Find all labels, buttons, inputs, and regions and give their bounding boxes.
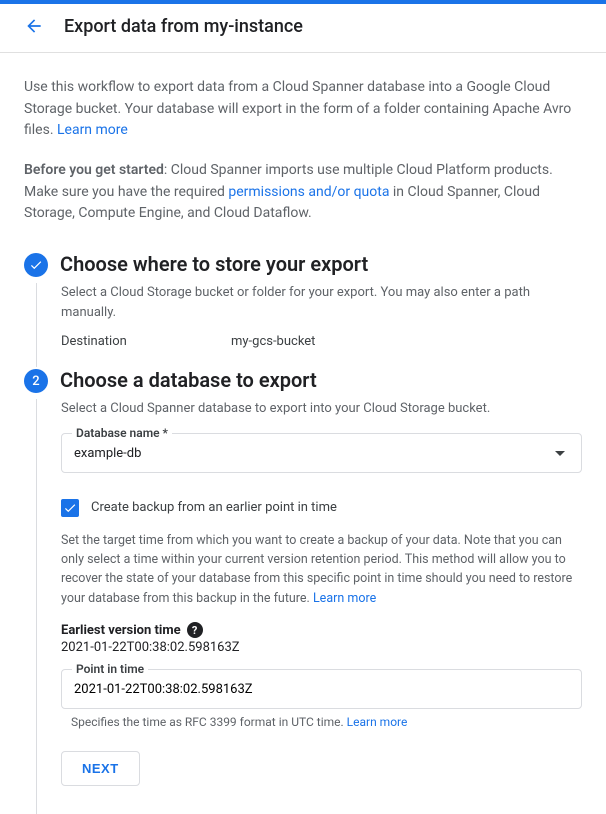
before-start-text: Before you get started: Cloud Spanner im… <box>24 160 582 225</box>
backup-checkbox-label: Create backup from an earlier point in t… <box>91 500 337 515</box>
step-2-indicator: 2 <box>24 369 48 393</box>
step-2-number: 2 <box>32 374 39 389</box>
destination-label: Destination <box>61 334 231 349</box>
next-button[interactable]: NEXT <box>61 751 140 786</box>
database-select[interactable]: Database name * example-db <box>61 433 582 473</box>
earliest-version-value: 2021-01-22T00:38:02.598163Z <box>61 640 582 655</box>
step-2-body: Select a Cloud Spanner database to expor… <box>36 399 582 814</box>
help-icon[interactable]: ? <box>187 622 203 638</box>
step-2-header: 2 Choose a database to export <box>24 367 582 393</box>
step-1-title: Choose where to store your export <box>60 251 368 277</box>
database-select-label: Database name * <box>72 426 172 440</box>
intro-learn-more-link[interactable]: Learn more <box>57 122 128 138</box>
checkmark-icon <box>63 501 77 515</box>
pit-learn-more-link[interactable]: Learn more <box>313 591 376 606</box>
point-in-time-help: Set the target time from which you want … <box>61 531 582 609</box>
intro-text: Use this workflow to export data from a … <box>24 77 582 142</box>
pit-hint-learn-more-link[interactable]: Learn more <box>347 715 408 729</box>
step-1-body: Select a Cloud Storage bucket or folder … <box>36 283 582 367</box>
destination-value: my-gcs-bucket <box>231 334 315 349</box>
page-title: Export data from my-instance <box>64 16 303 37</box>
chevron-down-icon <box>555 451 565 456</box>
earliest-version-label: Earliest version time <box>61 623 181 638</box>
point-in-time-label: Point in time <box>72 662 148 676</box>
backup-checkbox[interactable] <box>61 499 79 517</box>
step-2-title: Choose a database to export <box>60 367 317 393</box>
permissions-quota-link[interactable]: permissions and/or quota <box>228 184 393 200</box>
pit-hint-body: Specifies the time as RFC 3399 format in… <box>71 715 347 729</box>
point-in-time-hint: Specifies the time as RFC 3399 format in… <box>71 715 582 729</box>
earliest-version-label-row: Earliest version time ? <box>61 622 582 638</box>
before-start-label: Before you get started <box>24 162 164 178</box>
page-header: Export data from my-instance <box>0 4 606 53</box>
database-select-value: example-db <box>74 446 141 461</box>
step-1-desc: Select a Cloud Storage bucket or folder … <box>61 283 582 322</box>
checkmark-icon <box>29 258 43 272</box>
step-2-desc: Select a Cloud Spanner database to expor… <box>61 399 582 419</box>
point-in-time-field: Point in time <box>61 669 582 709</box>
backup-checkbox-row: Create backup from an earlier point in t… <box>61 499 582 517</box>
page-content: Use this workflow to export data from a … <box>0 53 606 814</box>
back-arrow-icon[interactable] <box>22 14 46 38</box>
step-1-indicator <box>24 253 48 277</box>
step-1-header: Choose where to store your export <box>24 251 582 277</box>
destination-row: Destination my-gcs-bucket <box>61 334 582 349</box>
